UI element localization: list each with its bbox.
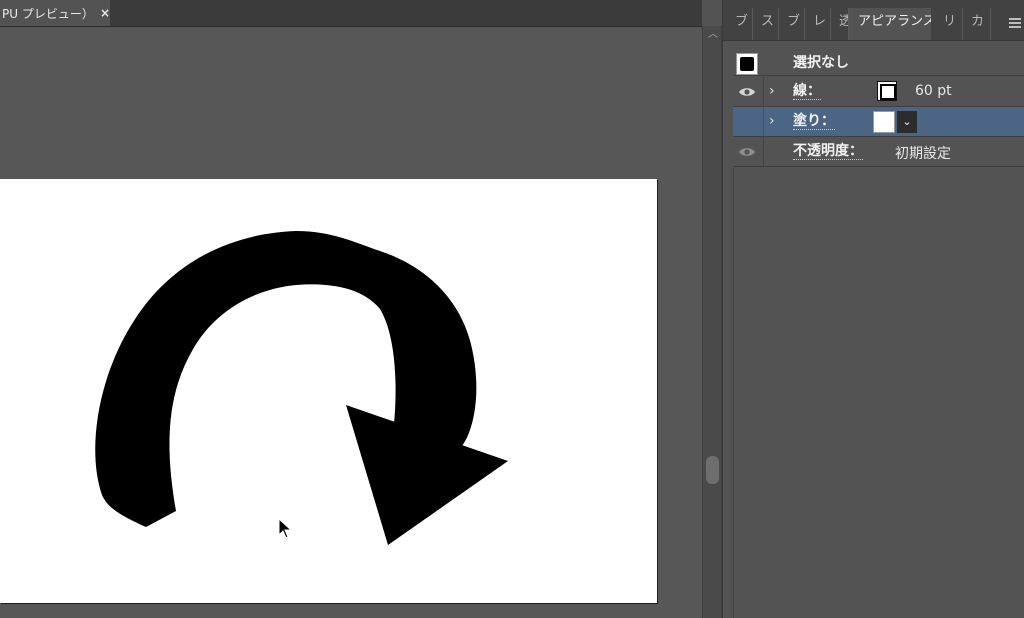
selection-header-row: 選択なし <box>733 44 1024 76</box>
fill-swatch[interactable] <box>873 111 895 133</box>
document-tab-title: PU プレビュー） <box>2 6 94 21</box>
panel-column-divider <box>733 168 734 618</box>
appearance-panel: ブ ス ブ レ 透 アピアランス リ カ 選択なし › 線： 60 pt › 塗… <box>722 0 1024 618</box>
tab-links[interactable]: リ <box>935 8 963 40</box>
opacity-label[interactable]: 不透明度： <box>793 143 863 160</box>
stroke-label[interactable]: 線： <box>793 83 821 100</box>
chevron-down-icon[interactable]: ⌄ <box>897 111 917 133</box>
tab-color[interactable]: カ <box>963 8 991 40</box>
close-icon[interactable]: × <box>100 6 110 20</box>
eye-icon[interactable] <box>738 146 756 158</box>
stroke-weight-value[interactable]: 60 pt <box>915 83 952 99</box>
scrollbar-thumb[interactable] <box>706 456 719 484</box>
document-tab[interactable]: PU プレビュー） × <box>0 0 110 26</box>
artboard[interactable] <box>0 179 657 603</box>
object-thumbnail-icon <box>736 53 758 75</box>
tab-blend[interactable]: ブ <box>779 8 805 40</box>
tab-swatches[interactable]: ス <box>753 8 779 40</box>
opacity-value: 初期設定 <box>895 146 951 162</box>
eye-icon[interactable] <box>738 86 756 98</box>
tab-appearance[interactable]: アピアランス <box>849 8 931 40</box>
document-tab-bar: PU プレビュー） × <box>0 0 702 27</box>
canvas-area[interactable] <box>0 27 702 618</box>
opacity-row[interactable]: 不透明度： 初期設定 <box>733 137 1024 167</box>
fill-row[interactable]: › 塗り： ⌄ <box>733 107 1024 137</box>
tab-transparency[interactable]: 透 <box>831 8 849 40</box>
tab-layers[interactable]: レ <box>805 8 831 40</box>
fill-label[interactable]: 塗り： <box>793 113 835 130</box>
scroll-up-icon[interactable]: ︿ <box>707 30 719 40</box>
chevron-right-icon[interactable]: › <box>769 113 775 129</box>
stroke-row[interactable]: › 線： 60 pt <box>733 77 1024 107</box>
chevron-right-icon[interactable]: › <box>769 83 775 99</box>
pointer-cursor-icon <box>278 518 293 539</box>
vertical-scrollbar[interactable]: ︿ <box>702 26 722 618</box>
tab-brush[interactable]: ブ <box>727 8 753 40</box>
menu-icon[interactable] <box>1009 18 1021 30</box>
selection-label: 選択なし <box>793 55 849 71</box>
curved-arrow-artwork[interactable] <box>0 179 657 603</box>
stroke-swatch[interactable] <box>877 81 897 101</box>
panel-tab-bar: ブ ス ブ レ 透 アピアランス リ カ <box>723 0 1024 41</box>
